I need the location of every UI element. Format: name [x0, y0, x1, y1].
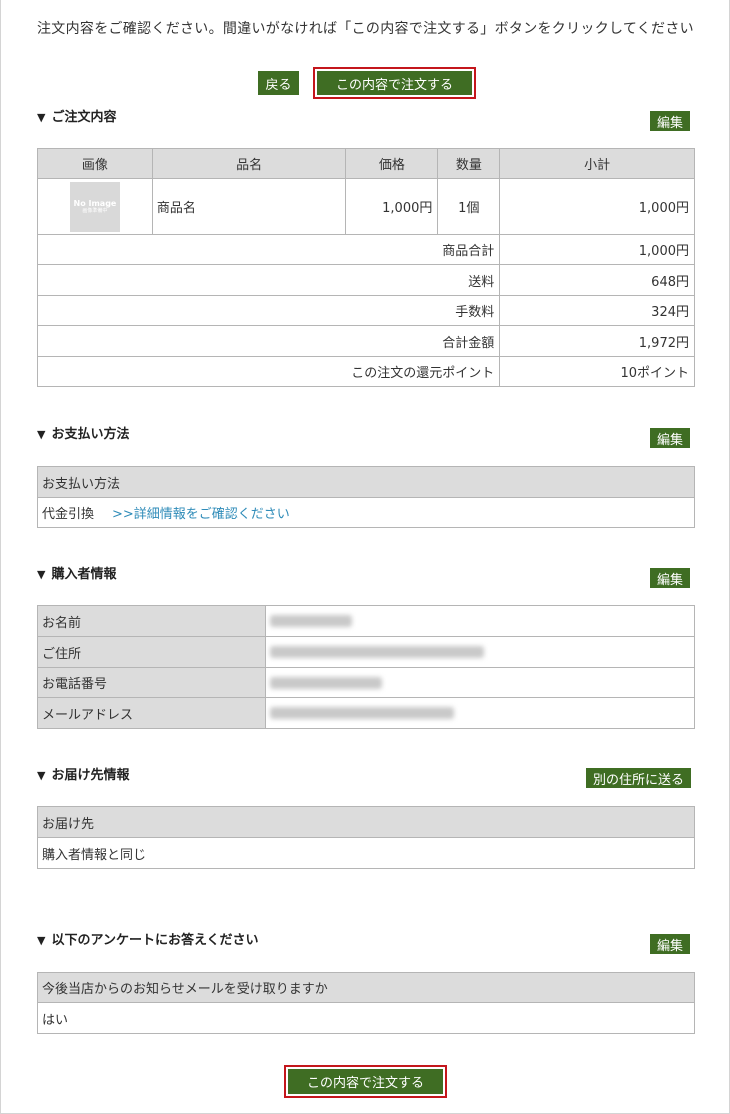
survey-section-title-text: 以下のアンケートにお答えください	[51, 933, 259, 948]
summary-value: 10ポイント	[499, 356, 695, 387]
redacted-value	[270, 646, 485, 658]
order-section-title-text: ご注文内容	[51, 110, 117, 125]
order-button-top-label[interactable]: この内容で注文する	[317, 71, 472, 95]
payment-section-title: ▼ お支払い方法	[37, 423, 129, 442]
buyer-table: お名前 ご住所 お電話番号 メールアドレス	[36, 605, 695, 729]
buyer-label-phone: お電話番号	[36, 667, 267, 698]
summary-row-points: この注文の還元ポイント 10ポイント	[36, 356, 695, 387]
payment-section-title-text: お支払い方法	[51, 427, 130, 442]
intro-text: 注文内容をご確認ください。間違いがなければ「この内容で注文する」ボタンをクリック…	[37, 21, 694, 37]
summary-label: 商品合計	[36, 234, 501, 265]
product-image: No Image 画像準備中	[69, 181, 120, 232]
delivery-header: お届け先	[37, 806, 695, 838]
delivery-section-title: ▼ お届け先情報	[37, 764, 129, 783]
order-button-bottom[interactable]: この内容で注文する	[284, 1065, 447, 1098]
order-button-top[interactable]: この内容で注文する	[313, 67, 476, 99]
summary-label: 合計金額	[36, 325, 501, 357]
summary-label: この注文の還元ポイント	[36, 356, 501, 387]
survey-section-title: ▼ 以下のアンケートにお答えください	[37, 929, 259, 948]
delivery-value: 購入者情報と同じ	[37, 837, 695, 869]
summary-row-shipping: 送料 648円	[36, 264, 695, 296]
redacted-value	[270, 676, 383, 689]
item-name: 商品名	[151, 178, 347, 235]
buyer-value-address	[265, 636, 695, 668]
payment-method: 代金引換	[42, 507, 95, 522]
order-button-bottom-label[interactable]: この内容で注文する	[288, 1069, 443, 1094]
no-image-subtext: 画像準備中	[82, 207, 108, 214]
table-row: ご住所	[36, 636, 695, 668]
redacted-value	[270, 707, 455, 719]
col-name: 品名	[151, 148, 347, 179]
summary-label: 送料	[36, 264, 501, 296]
col-price: 価格	[345, 148, 439, 179]
survey-answer: はい	[37, 1002, 695, 1034]
buyer-label-name: お名前	[36, 605, 267, 637]
table-row: No Image 画像準備中 商品名 1,000円 1個 1,000円	[37, 178, 695, 235]
summary-value: 648円	[499, 264, 695, 296]
summary-value: 324円	[499, 295, 695, 326]
redacted-value	[270, 615, 353, 627]
other-address-button[interactable]: 別の住所に送る	[586, 768, 692, 788]
buyer-value-name	[265, 605, 695, 637]
no-image-text: No Image	[73, 198, 117, 208]
buyer-label-address: ご住所	[36, 636, 267, 668]
payment-header: お支払い方法	[37, 466, 695, 498]
summary-row-fee: 手数料 324円	[36, 295, 695, 326]
buyer-edit-button[interactable]: 編集	[650, 568, 691, 588]
summary-row-total: 合計金額 1,972円	[36, 325, 695, 357]
table-row: お電話番号	[36, 667, 695, 698]
item-qty: 1個	[437, 178, 501, 235]
item-subtotal: 1,000円	[499, 178, 695, 235]
summary-row-goods-total: 商品合計 1,000円	[36, 234, 695, 265]
buyer-section-title-text: 購入者情報	[51, 567, 117, 582]
item-image-cell: No Image 画像準備中	[37, 178, 153, 235]
delivery-section-title-text: お届け先情報	[51, 768, 130, 783]
summary-value: 1,972円	[499, 325, 695, 357]
triangle-down-icon: ▼	[37, 568, 46, 581]
buyer-value-phone	[265, 667, 695, 698]
triangle-down-icon: ▼	[37, 111, 46, 124]
triangle-down-icon: ▼	[37, 934, 46, 947]
buyer-value-email	[265, 697, 695, 729]
col-image: 画像	[37, 148, 153, 179]
survey-question: 今後当店からのお知らせメールを受け取りますか	[37, 972, 695, 1003]
survey-edit-button[interactable]: 編集	[650, 934, 691, 954]
payment-edit-button[interactable]: 編集	[650, 428, 691, 448]
buyer-section-title: ▼ 購入者情報	[37, 563, 116, 582]
survey-table: 今後当店からのお知らせメールを受け取りますか はい	[37, 972, 695, 1034]
buyer-label-email: メールアドレス	[36, 697, 267, 729]
col-subtotal: 小計	[499, 148, 695, 179]
order-section-title: ▼ ご注文内容	[37, 106, 116, 125]
order-table: 画像 品名 価格 数量 小計 No Image 画像準備中 商品名 1,000円…	[36, 148, 695, 387]
col-qty: 数量	[437, 148, 501, 179]
delivery-table: お届け先 購入者情報と同じ	[37, 806, 695, 869]
payment-table: お支払い方法 代金引換 >>詳細情報をご確認ください	[37, 466, 695, 528]
table-row: お名前	[36, 605, 695, 637]
triangle-down-icon: ▼	[37, 769, 46, 782]
item-price: 1,000円	[345, 178, 439, 235]
order-edit-button[interactable]: 編集	[650, 111, 691, 131]
summary-label: 手数料	[36, 295, 501, 326]
triangle-down-icon: ▼	[37, 428, 46, 441]
order-table-header: 画像 品名 価格 数量 小計	[37, 148, 695, 179]
payment-method-cell: 代金引換 >>詳細情報をご確認ください	[37, 497, 695, 528]
table-row: メールアドレス	[36, 697, 695, 729]
payment-detail-link[interactable]: >>詳細情報をご確認ください	[112, 507, 290, 522]
back-button[interactable]: 戻る	[258, 71, 299, 95]
summary-value: 1,000円	[499, 234, 695, 265]
